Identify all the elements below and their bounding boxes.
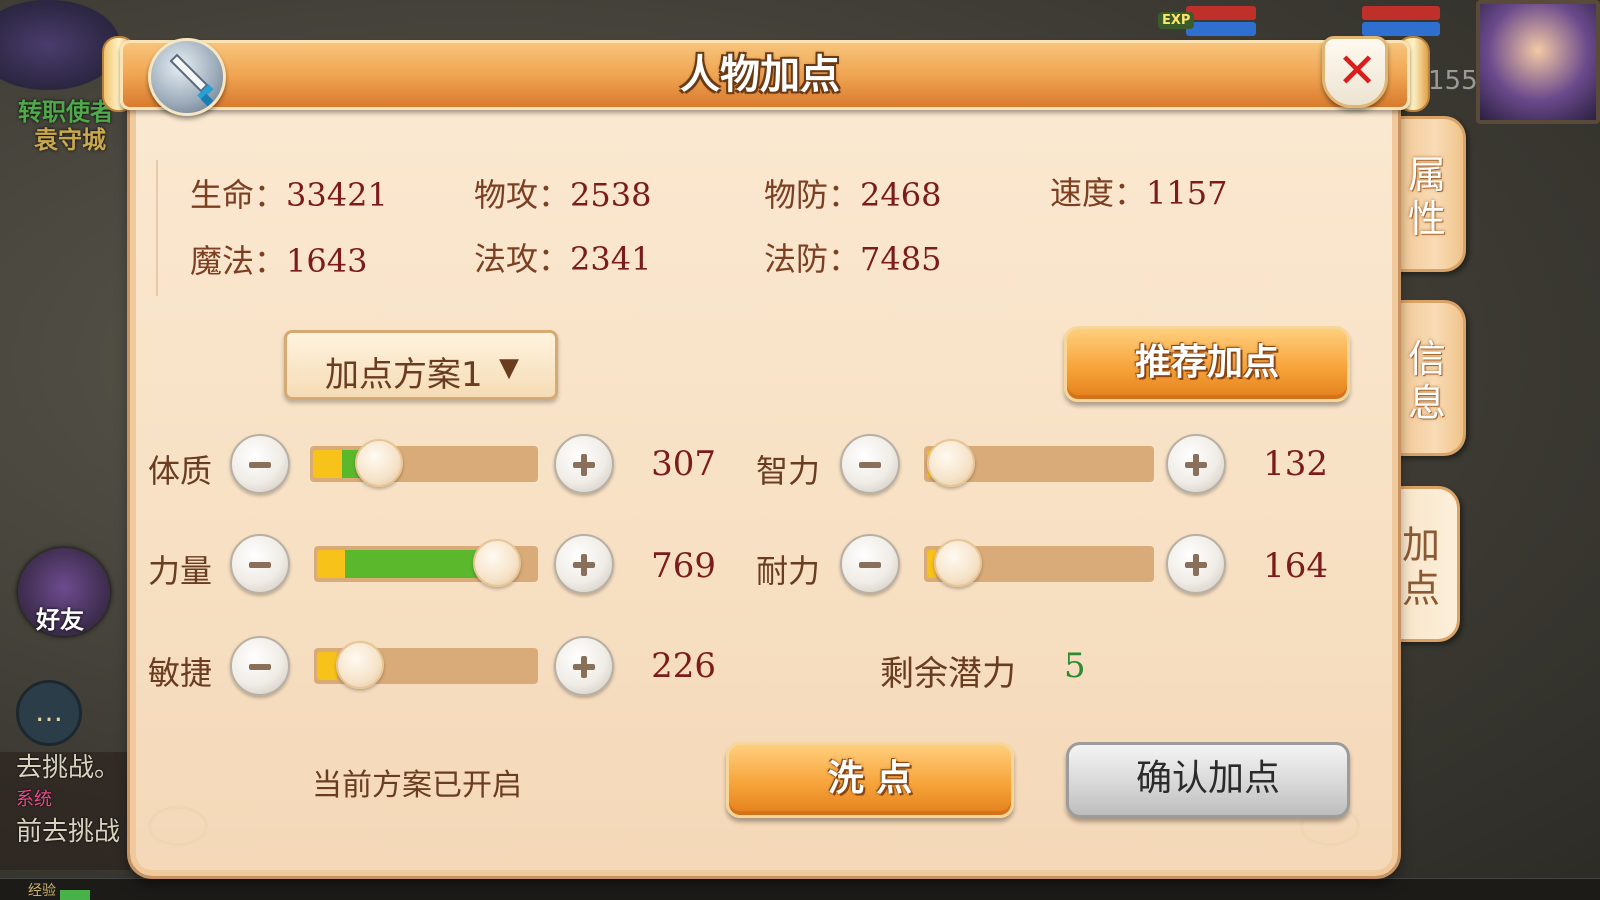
dialog-title: 人物加点 [680, 52, 840, 98]
mp-bar [1186, 22, 1256, 36]
attr-label-intellect: 智力 [756, 452, 821, 490]
slider-base-fill [313, 450, 342, 478]
strength-plus-button[interactable] [554, 534, 614, 594]
exp-badge: EXP [1158, 12, 1195, 29]
tab-label: 信息 [1408, 337, 1447, 425]
stat-value: 2341 [570, 240, 652, 278]
attr-label-strength: 力量 [148, 552, 213, 590]
plan-dropdown[interactable]: 加点方案1 ▼ [284, 330, 558, 400]
slider-knob[interactable] [934, 539, 982, 587]
divider [156, 160, 158, 296]
stat-label: 生命： [190, 176, 287, 214]
stat-value: 1643 [286, 242, 368, 280]
attr-label-endurance: 耐力 [756, 552, 821, 590]
intellect-slider[interactable] [924, 439, 1154, 487]
friend-label: 好友 [36, 606, 84, 634]
stat-phys-attack: 物攻：2538 [474, 170, 651, 216]
agility-minus-button[interactable] [230, 636, 290, 696]
plan-dropdown-value: 加点方案1 [325, 355, 483, 395]
strength-minus-button[interactable] [230, 534, 290, 594]
chat-line: 前去挑战 [16, 817, 121, 847]
endurance-slider[interactable] [924, 539, 1154, 587]
mp-bar [1362, 22, 1440, 36]
tab-add-points[interactable]: 加点 [1388, 486, 1460, 642]
stat-value: 7485 [860, 240, 942, 278]
stat-label: 法攻： [474, 240, 571, 278]
slider-added-fill [345, 550, 480, 578]
close-button[interactable]: ✕ [1322, 36, 1388, 108]
constitution-slider[interactable] [310, 439, 538, 487]
remaining-points-value: 5 [1064, 646, 1086, 686]
slider-base-fill [317, 652, 337, 680]
hp-bar [1362, 6, 1440, 20]
agility-slider[interactable] [314, 641, 538, 689]
attr-value-intellect: 132 [1263, 444, 1328, 484]
slider-base-fill [317, 550, 345, 578]
reset-points-button[interactable]: 洗 点 [726, 742, 1014, 818]
stat-magic-defense: 法防：7485 [764, 234, 941, 280]
constitution-plus-button[interactable] [554, 434, 614, 494]
stat-magic-attack: 法攻：2341 [474, 234, 651, 280]
endurance-plus-button[interactable] [1166, 534, 1226, 594]
slider-knob[interactable] [355, 439, 403, 487]
stat-hp: 生命：33421 [190, 170, 388, 216]
hp-bar [1186, 6, 1256, 20]
tab-attributes[interactable]: 属性 [1394, 116, 1466, 272]
attr-value-agility: 226 [651, 646, 716, 686]
chevron-down-icon: ▼ [499, 353, 519, 383]
attr-value-strength: 769 [651, 546, 716, 586]
exp-fill [60, 890, 90, 900]
stat-value: 1157 [1146, 174, 1228, 212]
remaining-points-label: 剩余潜力 [880, 654, 1016, 694]
slider-knob[interactable] [927, 439, 975, 487]
chat-line-system: 系统 [16, 789, 52, 810]
chat-log[interactable]: 去挑战。 系统 前去挑战 [0, 752, 130, 870]
attr-value-endurance: 164 [1263, 546, 1328, 586]
confirm-points-button[interactable]: 确认加点 [1066, 742, 1350, 818]
corner-ornament [148, 806, 208, 846]
chat-line: 去挑战。 [16, 753, 121, 783]
attr-value-constitution: 307 [651, 444, 716, 484]
constitution-minus-button[interactable] [230, 434, 290, 494]
agility-plus-button[interactable] [554, 636, 614, 696]
stat-speed: 速度：1157 [1050, 168, 1227, 214]
chat-bubble-icon[interactable]: … [16, 680, 82, 746]
plan-status-text: 当前方案已开启 [312, 768, 522, 803]
endurance-minus-button[interactable] [840, 534, 900, 594]
friend-button[interactable]: 好友 [18, 548, 110, 636]
intellect-plus-button[interactable] [1166, 434, 1226, 494]
stat-label: 物攻： [474, 176, 571, 214]
strength-slider[interactable] [314, 539, 538, 587]
npc-city: 袁守城 [34, 126, 106, 154]
tab-label: 加点 [1402, 523, 1441, 611]
intellect-minus-button[interactable] [840, 434, 900, 494]
stat-phys-defense: 物防：2468 [764, 170, 941, 216]
sword-icon [148, 38, 226, 116]
tab-label: 属性 [1408, 153, 1447, 241]
attr-label-agility: 敏捷 [148, 654, 213, 692]
exp-label: 经验 [28, 883, 56, 899]
exp-bar [0, 878, 1600, 900]
stat-value: 2468 [860, 176, 942, 214]
stat-label: 魔法： [190, 242, 287, 280]
stat-value: 2538 [570, 176, 652, 214]
slider-knob[interactable] [336, 641, 384, 689]
attr-label-constitution: 体质 [148, 452, 213, 490]
stat-value: 33421 [286, 176, 388, 214]
tab-info[interactable]: 信息 [1394, 300, 1466, 456]
stat-label: 法防： [764, 240, 861, 278]
stat-label: 速度： [1050, 174, 1147, 212]
recommend-points-button[interactable]: 推荐加点 [1064, 326, 1350, 402]
slider-knob[interactable] [473, 539, 521, 587]
close-x-icon: ✕ [1337, 43, 1378, 99]
stat-mana: 魔法：1643 [190, 236, 367, 282]
stat-label: 物防： [764, 176, 861, 214]
